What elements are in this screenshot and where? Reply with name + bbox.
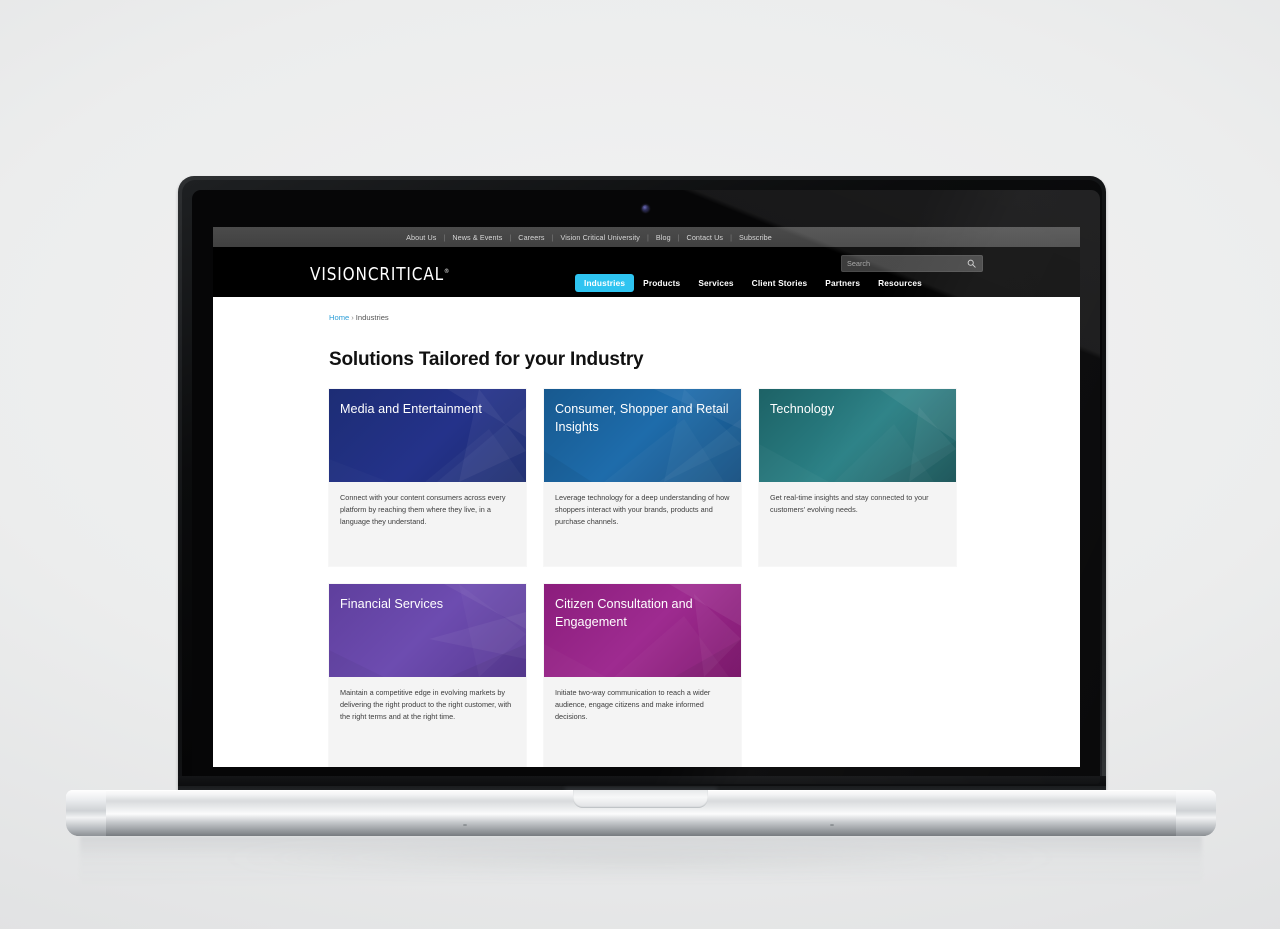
breadcrumb-item-current: Industries [355,313,389,322]
page-body: Home › Industries Solutions Tailored for y… [213,297,1080,767]
site-logo[interactable]: VISIONCRITICAL® [310,265,449,285]
laptop-base-vent-dot [463,824,467,826]
masthead: VISIONCRITICAL® Search Industries Produc… [213,247,1080,297]
search-input[interactable] [842,259,964,268]
industry-card-title: Financial Services [340,597,444,611]
breadcrumb: Home › Industries [329,297,969,322]
industry-card-title: Citizen Consultation and Engagement [555,597,693,629]
industry-card-description: Initiate two-way communication to reach … [555,688,711,721]
content-container: Home › Industries Solutions Tailored for y… [329,297,969,767]
industry-card-title: Consumer, Shopper and Retail Insights [555,402,729,434]
site-logo-text: VISIONCRITICAL [310,265,445,285]
laptop-lid: About Us | News & Events | Careers | Vis… [178,176,1106,798]
webcam-icon [642,205,649,212]
laptop-base-right-edge [1176,790,1216,836]
nav-item-services[interactable]: Services [689,274,742,292]
industry-card-description: Get real-time insights and stay connecte… [770,493,929,514]
industry-card[interactable]: Consumer, Shopper and Retail Insights Le… [544,389,741,566]
industry-card[interactable]: Technology Get real-time insights and st… [759,389,956,566]
search-icon[interactable] [964,259,978,268]
industry-card-description: Leverage technology for a deep understan… [555,493,730,526]
utility-nav-item-about-us[interactable]: About Us [399,233,443,242]
registered-trademark-icon: ® [444,268,450,276]
surface-reflection [80,836,1202,894]
industry-card-body: Leverage technology for a deep understan… [544,482,741,566]
laptop-device: About Us | News & Events | Careers | Vis… [0,0,1280,929]
industry-card-header: Technology [759,389,956,482]
website-page: About Us | News & Events | Careers | Vis… [213,227,1080,767]
industry-card-body: Initiate two-way communication to reach … [544,677,741,767]
laptop-screen-glass: About Us | News & Events | Careers | Vis… [192,190,1100,784]
industry-card-title: Media and Entertainment [340,402,482,416]
nav-item-resources[interactable]: Resources [869,274,931,292]
industry-card-description: Maintain a competitive edge in evolving … [340,688,512,721]
industry-card-header: Financial Services [329,584,526,677]
industry-card-body: Connect with your content consumers acro… [329,482,526,566]
industry-card-body: Maintain a competitive edge in evolving … [329,677,526,767]
main-nav: Industries Products Services Client Stor… [575,274,931,292]
utility-nav-links: About Us | News & Events | Careers | Vis… [399,233,894,242]
utility-nav-item-news-events[interactable]: News & Events [445,233,509,242]
utility-nav-item-subscribe[interactable]: Subscribe [732,233,779,242]
laptop-lid-inner-bezel: About Us | News & Events | Careers | Vis… [182,180,1102,794]
laptop-base-vent-dot [830,824,834,826]
utility-nav-item-contact-us[interactable]: Contact Us [680,233,731,242]
search-box[interactable] [841,255,983,272]
utility-nav-item-vision-critical-university[interactable]: Vision Critical University [553,233,647,242]
utility-nav: About Us | News & Events | Careers | Vis… [213,227,1080,247]
industry-card-header: Citizen Consultation and Engagement [544,584,741,677]
laptop-base-notch [573,790,708,808]
nav-item-client-stories[interactable]: Client Stories [743,274,817,292]
utility-nav-item-careers[interactable]: Careers [511,233,551,242]
industry-card-header: Consumer, Shopper and Retail Insights [544,389,741,482]
laptop-base-left-edge [66,790,106,836]
industry-card-description: Connect with your content consumers acro… [340,493,506,526]
page-title: Solutions Tailored for your Industry [329,349,644,370]
industry-card-header: Media and Entertainment [329,389,526,482]
industry-card[interactable]: Citizen Consultation and Engagement Init… [544,584,741,767]
industry-card-title: Technology [770,402,835,416]
industry-card-body: Get real-time insights and stay connecte… [759,482,956,566]
nav-item-industries[interactable]: Industries [575,274,635,292]
industry-card[interactable]: Financial Services Maintain a competitiv… [329,584,526,767]
industry-card[interactable]: Media and Entertainment Connect with you… [329,389,526,566]
nav-item-partners[interactable]: Partners [816,274,869,292]
nav-item-products[interactable]: Products [634,274,689,292]
browser-viewport: About Us | News & Events | Careers | Vis… [213,227,1080,767]
utility-nav-item-blog[interactable]: Blog [649,233,678,242]
industry-card-grid: Media and Entertainment Connect with you… [329,389,969,767]
breadcrumb-item-home[interactable]: Home [329,313,349,322]
